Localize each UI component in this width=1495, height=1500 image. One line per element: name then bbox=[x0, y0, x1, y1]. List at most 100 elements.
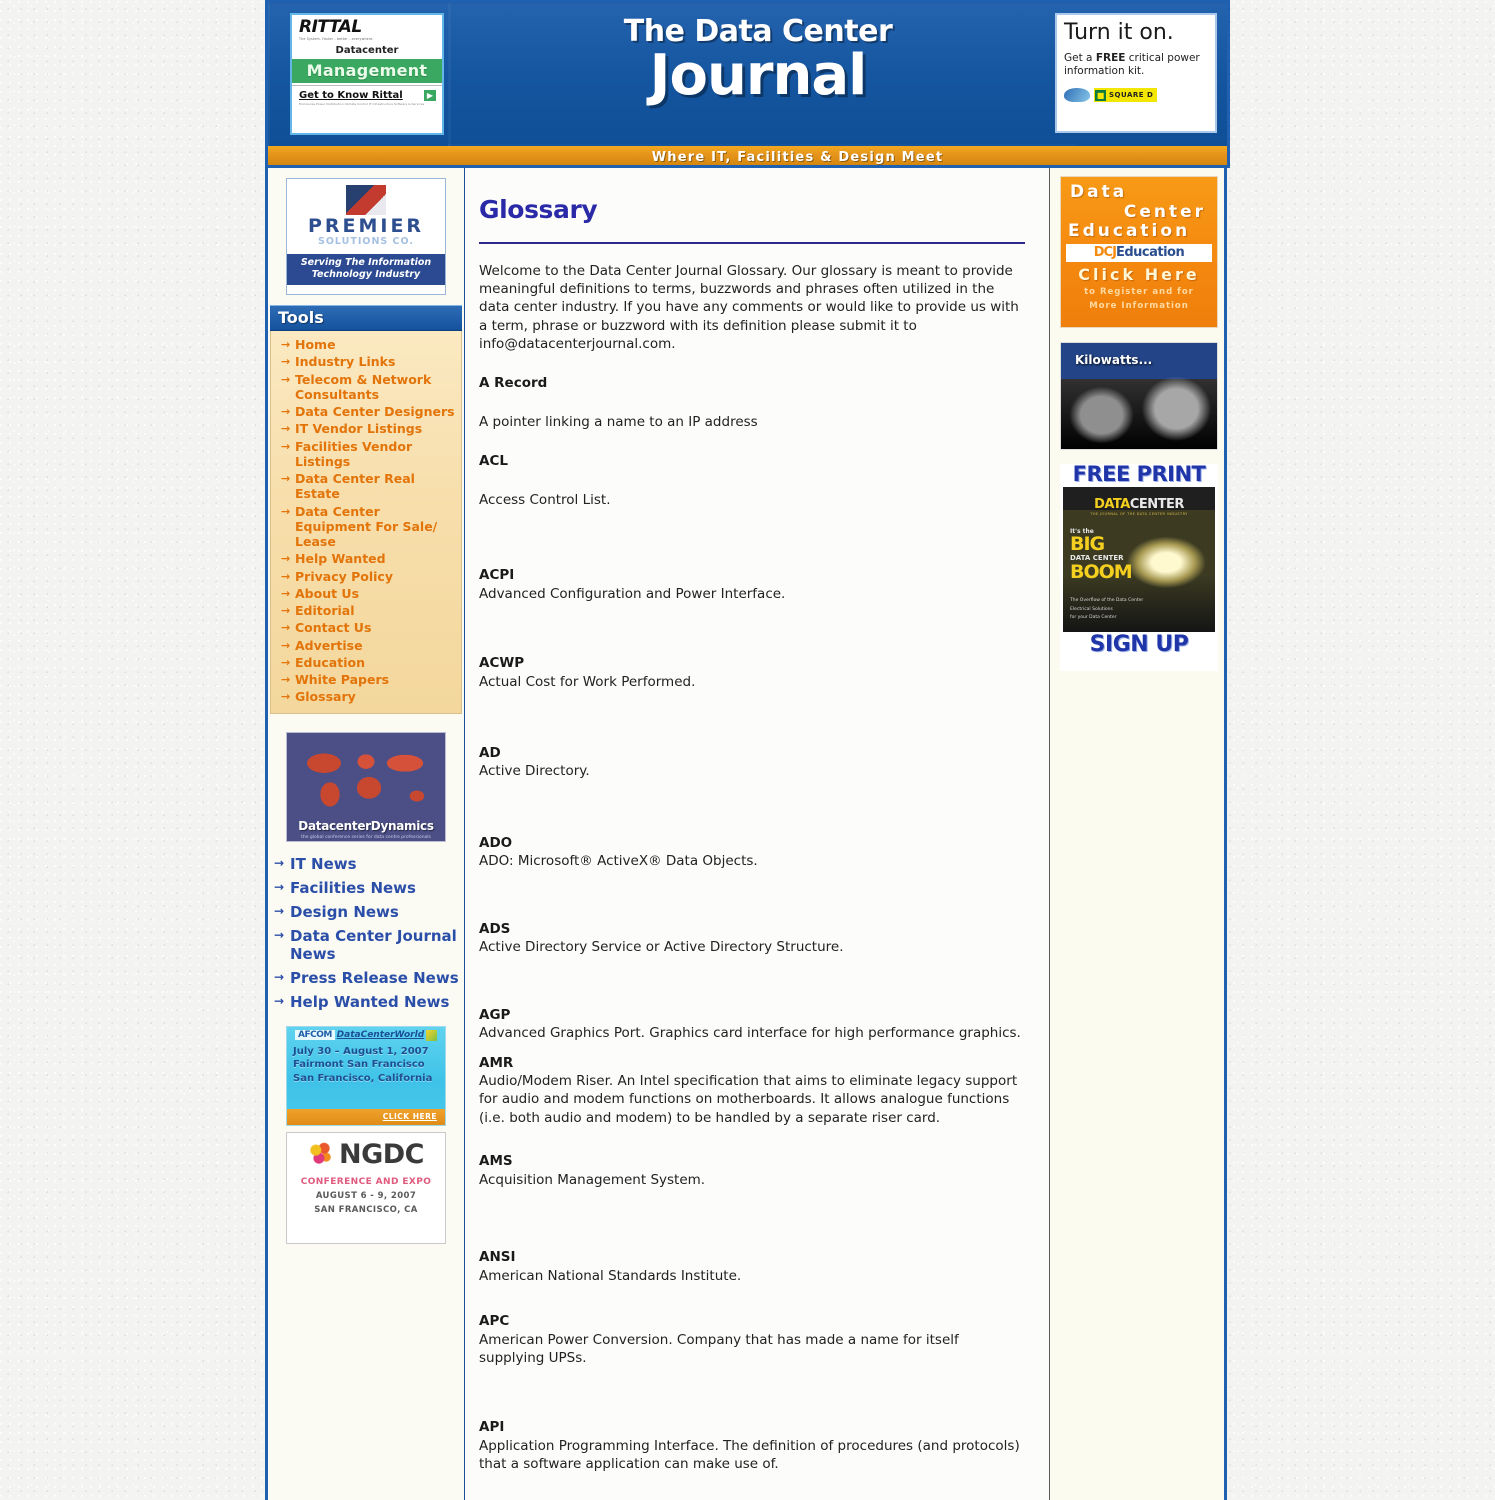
arrow-right-icon: → bbox=[281, 422, 291, 436]
rittal-banner-ad[interactable]: RITTAL The System. Faster - better - eve… bbox=[290, 13, 444, 135]
glossary-definition: Audio/Modem Riser. An Intel specificatio… bbox=[479, 1073, 1018, 1126]
arrow-right-icon: ▶ bbox=[424, 90, 436, 101]
arrow-right-icon: → bbox=[281, 621, 291, 635]
afcom-cta-bar[interactable]: CLICK HERE bbox=[287, 1108, 445, 1125]
square-icon: ■ bbox=[1095, 89, 1106, 101]
afcom-city: San Francisco, California bbox=[293, 1072, 433, 1084]
site-title-line2: Journal bbox=[649, 43, 868, 108]
sidebar-item-help-wanted[interactable]: → Help Wanted bbox=[275, 550, 457, 567]
glossary-definition: Acquisition Management System. bbox=[479, 1171, 706, 1188]
arrow-right-icon: → bbox=[281, 569, 291, 583]
right-sidebar: Data Center Education DCJ Education Clic… bbox=[1050, 168, 1227, 1500]
glossary-entry: AGP Advanced Graphics Port. Graphics car… bbox=[479, 1007, 1025, 1043]
news-link-help-wanted-news[interactable]: → Help Wanted News bbox=[272, 990, 464, 1014]
magazine-cover-image: DATACENTER THE JOURNAL OF THE DATA CENTE… bbox=[1063, 487, 1215, 632]
rittal-cta-label: Get to Know Rittal bbox=[299, 90, 403, 101]
sidebar-item-label: Data Center Real Estate bbox=[295, 471, 415, 502]
left-sidebar: PREMIER SOLUTIONS CO. Serving The Inform… bbox=[265, 168, 465, 1500]
glossary-definition: Active Directory. bbox=[479, 763, 590, 780]
glossary-term: ACPI bbox=[479, 567, 515, 584]
news-link-press-release-news[interactable]: → Press Release News bbox=[272, 966, 464, 990]
glossary-definition: American Power Conversion. Company that … bbox=[479, 1331, 959, 1366]
premier-band: Serving The Information Technology Indus… bbox=[287, 254, 445, 286]
glossary-term: ADS bbox=[479, 920, 511, 937]
sidebar-item-advertise[interactable]: → Advertise bbox=[275, 637, 457, 654]
site-tagline-text: Where IT, Facilities & Design Meet bbox=[651, 150, 944, 165]
ngdc-logo-name: NGDC bbox=[339, 1138, 425, 1170]
kilowatts-ad[interactable]: Kilowatts... bbox=[1060, 342, 1218, 450]
ngdc-conference-ad[interactable]: NGDC CONFERENCE AND EXPO AUGUST 6 - 9, 2… bbox=[286, 1131, 446, 1244]
sidebar-item-glossary[interactable]: → Glossary bbox=[275, 688, 457, 705]
square-d-body: Get a FREE critical power information ki… bbox=[1064, 52, 1208, 78]
afcom-dates: July 30 – August 1, 2007 bbox=[293, 1045, 429, 1057]
glossary-entry: AD Active Directory. bbox=[479, 745, 1025, 781]
square-d-banner-ad[interactable]: Turn it on. Get a FREE critical power in… bbox=[1055, 13, 1217, 133]
news-nav-list: → IT News → Facilities News → Design News →… bbox=[268, 850, 464, 1014]
sidebar-item-label: Advertise bbox=[295, 637, 363, 653]
sidebar-item-telecom-network-consultants[interactable]: → Telecom & Network Consultants bbox=[275, 371, 457, 404]
page-title: Glossary bbox=[479, 194, 598, 224]
sidebar-item-facilities-vendor-listings[interactable]: → Facilities Vendor Listings bbox=[275, 438, 457, 471]
glossary-entry: APC American Power Conversion. Company t… bbox=[479, 1313, 1025, 1367]
arrow-right-icon: → bbox=[281, 638, 291, 652]
arrow-right-icon: → bbox=[281, 690, 291, 704]
news-link-label: IT News bbox=[290, 854, 357, 873]
glossary-entry: AMS Acquisition Management System. bbox=[479, 1153, 1025, 1189]
arrow-right-icon: → bbox=[281, 372, 291, 386]
sidebar-item-white-papers[interactable]: → White Papers bbox=[275, 671, 457, 688]
arrow-right-icon: → bbox=[281, 405, 291, 418]
glossary-definition: Active Directory Service or Active Direc… bbox=[479, 939, 844, 956]
sidebar-item-label: Glossary bbox=[295, 689, 356, 705]
news-link-it-news[interactable]: → IT News bbox=[272, 852, 464, 876]
glossary-term: A Record bbox=[479, 375, 548, 392]
rittal-logo: RITTAL bbox=[299, 17, 362, 37]
sidebar-item-home[interactable]: → Home bbox=[275, 336, 457, 353]
datacenter-dynamics-ad[interactable]: DatacenterDynamics the global conference… bbox=[286, 731, 446, 842]
education-word-2: Center bbox=[1123, 201, 1206, 222]
site-masthead: RITTAL The System. Faster - better - eve… bbox=[265, 0, 1230, 146]
data-center-education-ad[interactable]: Data Center Education DCJ Education Clic… bbox=[1060, 176, 1218, 328]
premier-band-line1: Serving The Information bbox=[300, 257, 432, 269]
education-cta[interactable]: Click Here bbox=[1066, 265, 1212, 284]
rittal-cta[interactable]: Get to Know Rittal ▶ bbox=[292, 85, 442, 101]
sidebar-item-about-us[interactable]: → About Us bbox=[275, 585, 457, 602]
sidebar-item-contact-us[interactable]: → Contact Us bbox=[275, 619, 457, 636]
ngdc-subtitle: CONFERENCE AND EXPO bbox=[300, 1176, 432, 1187]
glossary-definition: Advanced Configuration and Power Interfa… bbox=[479, 585, 786, 602]
ngdc-dates: AUGUST 6 - 9, 2007 bbox=[315, 1190, 417, 1201]
swoosh-icon bbox=[1064, 88, 1090, 103]
news-link-data-center-journal-news[interactable]: → Data Center Journal News bbox=[272, 924, 464, 966]
sidebar-item-data-center-designers[interactable]: → Data Center Designers bbox=[275, 403, 457, 420]
education-small-1: to Register and for bbox=[1084, 286, 1194, 297]
glossary-term: AMS bbox=[479, 1153, 513, 1170]
sidebar-item-education[interactable]: → Education bbox=[275, 654, 457, 671]
premier-solutions-ad[interactable]: PREMIER SOLUTIONS CO. Serving The Inform… bbox=[286, 178, 446, 295]
free-print-subscription-ad[interactable]: FREE PRINT DATACENTER THE JOURNAL OF THE… bbox=[1060, 464, 1218, 671]
rittal-datacenter-label: Datacenter bbox=[335, 45, 399, 56]
premier-band-line2: Technology Industry bbox=[311, 269, 421, 281]
dcj-logo: DCJ bbox=[1093, 245, 1117, 261]
sidebar-item-data-center-real-estate[interactable]: → Data Center Real Estate bbox=[275, 470, 457, 503]
news-link-label: Facilities News bbox=[290, 878, 416, 897]
glossary-definition: American National Standards Institute. bbox=[479, 1267, 742, 1284]
sidebar-item-label: Help Wanted bbox=[295, 551, 386, 567]
glossary-entry: AMR Audio/Modem Riser. An Intel specific… bbox=[479, 1055, 1025, 1128]
site-title: The Data Center Journal bbox=[568, 17, 948, 108]
world-map-icon bbox=[291, 736, 441, 819]
arrow-right-icon: → bbox=[281, 552, 291, 566]
news-link-design-news[interactable]: → Design News bbox=[272, 900, 464, 924]
education-small-2: More Information bbox=[1089, 301, 1189, 312]
glossary-term: ADO bbox=[479, 834, 513, 851]
education-logo-bar: DCJ Education bbox=[1066, 243, 1212, 262]
sidebar-item-editorial[interactable]: → Editorial bbox=[275, 602, 457, 619]
rittal-tagline: The System. Faster - better - everywhere… bbox=[299, 37, 374, 41]
afcom-data-center-world-ad[interactable]: AFCOM DataCenterWorld July 30 – August 1… bbox=[286, 1025, 446, 1126]
sidebar-item-data-center-equipment-for-sale-lease[interactable]: → Data Center Equipment For Sale/ Lease bbox=[275, 503, 457, 551]
title-divider bbox=[479, 241, 1025, 244]
sign-up-cta[interactable]: SIGN UP bbox=[1060, 634, 1218, 656]
news-link-facilities-news[interactable]: → Facilities News bbox=[272, 876, 464, 900]
sidebar-item-industry-links[interactable]: → Industry Links bbox=[275, 353, 457, 370]
site-container: RITTAL The System. Faster - better - eve… bbox=[265, 0, 1230, 1500]
sidebar-item-it-vendor-listings[interactable]: → IT Vendor Listings bbox=[275, 420, 457, 437]
sidebar-item-privacy-policy[interactable]: → Privacy Policy bbox=[275, 568, 457, 585]
